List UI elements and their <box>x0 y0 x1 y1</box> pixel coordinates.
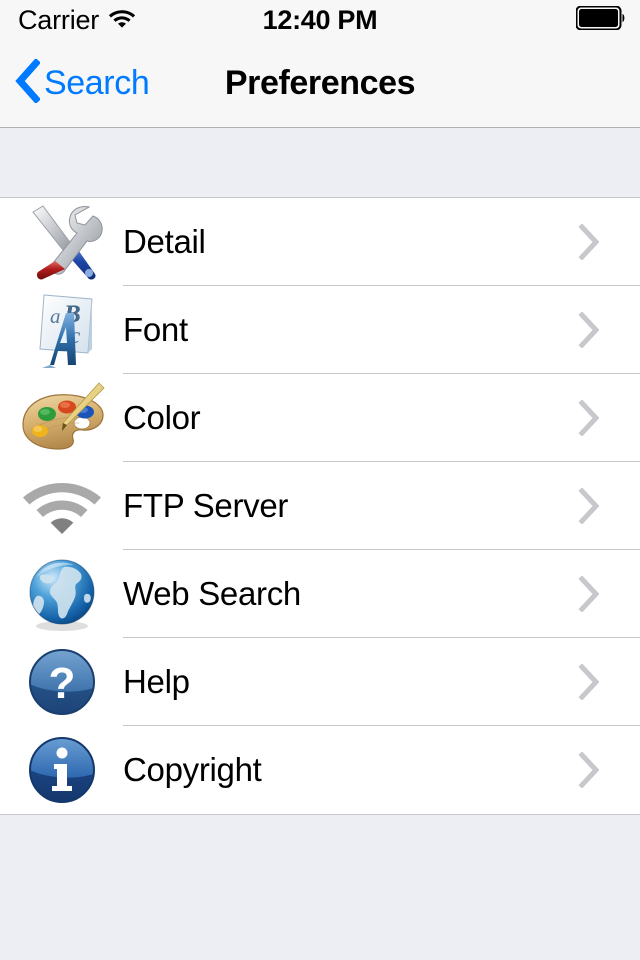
list-item-label: Detail <box>123 223 206 260</box>
chevron-left-icon <box>14 58 41 108</box>
status-bar: Carrier 12:40 PM <box>0 0 640 40</box>
list-item-web-search[interactable]: Web Search <box>0 550 640 638</box>
chevron-right-icon <box>578 312 640 348</box>
svg-text:a: a <box>50 304 61 328</box>
list-item-label: Help <box>123 663 190 700</box>
globe-icon <box>0 556 123 632</box>
chevron-right-icon <box>578 664 640 700</box>
section-header-space <box>0 128 640 198</box>
list-item-detail[interactable]: Detail <box>0 198 640 286</box>
list-item-color[interactable]: Color <box>0 374 640 462</box>
list-item-label: Copyright <box>123 751 262 788</box>
chevron-right-icon <box>578 488 640 524</box>
list-item-label: Web Search <box>123 575 301 612</box>
tools-icon <box>0 203 123 281</box>
chevron-right-icon <box>578 400 640 436</box>
clock-label: 12:40 PM <box>262 4 378 35</box>
svg-text:?: ? <box>48 659 75 708</box>
back-button-label: Search <box>44 64 150 102</box>
chevron-right-icon <box>578 576 640 612</box>
list-item-ftp-server[interactable]: FTP Server <box>0 462 640 550</box>
list-item-help[interactable]: ? Help <box>0 638 640 726</box>
question-icon: ? <box>0 646 123 718</box>
navigation-bar: Search Preferences <box>0 40 640 128</box>
chevron-right-icon <box>578 752 640 788</box>
back-button[interactable]: Search <box>14 58 150 108</box>
preferences-screen: Carrier 12:40 PM Search Preferences Deta… <box>0 0 640 960</box>
chevron-right-icon <box>578 224 640 260</box>
list-item-label: Font <box>123 311 188 348</box>
list-item-label: Color <box>123 399 201 436</box>
preferences-list: Detail a c Font Color FTP Server Web Sea… <box>0 198 640 815</box>
info-icon <box>0 734 123 806</box>
palette-icon <box>0 381 123 455</box>
font-icon: a B B c <box>0 291 123 369</box>
battery-full-icon <box>575 5 626 35</box>
table-footer-space <box>0 815 640 960</box>
status-bar-right <box>575 5 626 35</box>
wifi-gray-icon <box>0 477 123 535</box>
list-item-label: FTP Server <box>123 487 289 524</box>
list-item-copyright[interactable]: Copyright <box>0 726 640 814</box>
list-item-font[interactable]: a B B c Font <box>0 286 640 374</box>
